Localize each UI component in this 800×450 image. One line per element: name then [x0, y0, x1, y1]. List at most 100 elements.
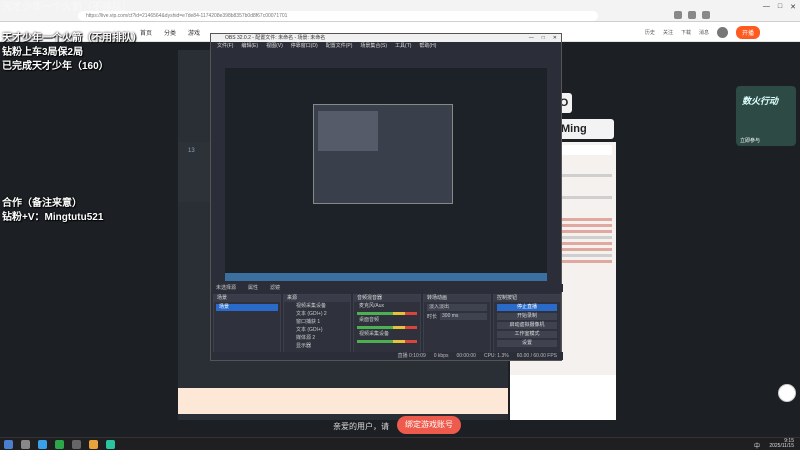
no-source-selected: 未选择源 — [216, 285, 237, 291]
input-language[interactable]: 中 — [754, 441, 760, 450]
obs-icon[interactable] — [72, 440, 81, 449]
start-virtual-camera-button[interactable]: 启动虚拟摄像机 — [497, 322, 557, 329]
overlay-text-line1: 天才少年一个火箭（不用排队） — [2, 33, 142, 44]
obs-preview[interactable] — [225, 68, 547, 281]
menu-docks[interactable]: 停靠窗口(D) — [291, 42, 318, 50]
nav-games[interactable]: 游戏 — [188, 28, 200, 37]
overlay-text-line4: 合作（备注来意） — [2, 198, 82, 209]
wechat-icon[interactable] — [55, 440, 64, 449]
properties-button[interactable]: 属性 — [248, 284, 258, 292]
obs-menu-bar: 文件(F) 编辑(E) 视图(V) 停靠窗口(D) 配置文件(P) 场景集合(S… — [211, 42, 561, 50]
bind-account-cta: 亲爱的用户，请 绑定游戏账号 — [300, 415, 490, 435]
record-time: 00:00:00 — [456, 353, 476, 359]
obs-status-bar: 直播 0:10:09 0 kbps 00:00:00 CPU: 1.3% 60.… — [211, 352, 563, 360]
profile-icon[interactable] — [688, 11, 696, 19]
source-item[interactable]: 视频采集设备 — [286, 303, 348, 310]
address-bar[interactable]: https://live.vip.com/ct?id=2146564&dyshi… — [78, 11, 598, 21]
source-item[interactable]: 文本 (GDI+) — [286, 327, 348, 334]
obs-docks: 场景 场景 来源 视频采集设备 文本 (GDI+) 2 窗口捕获 1 文本 (G… — [213, 294, 561, 354]
duration-input[interactable]: 300 ms — [440, 313, 487, 320]
audio-meter — [357, 326, 417, 329]
nav-follow[interactable]: 关注 — [663, 29, 673, 36]
nav-history[interactable]: 历史 — [645, 29, 655, 36]
obs-maximize-button[interactable]: □ — [542, 34, 545, 42]
extension-icon[interactable] — [674, 11, 682, 19]
transition-select[interactable]: 淡入淡出 — [427, 304, 487, 311]
avatar[interactable] — [716, 27, 728, 38]
source-item[interactable]: 媒体源 2 — [286, 335, 348, 342]
audio-channel-label: 桌面音频 — [359, 317, 380, 323]
nav-messages[interactable]: 消息 — [699, 29, 709, 36]
menu-file[interactable]: 文件(F) — [217, 42, 233, 50]
stop-streaming-button[interactable]: 停止直播 — [497, 304, 557, 311]
app-icon[interactable] — [106, 440, 115, 449]
minimize-button[interactable]: — — [763, 3, 770, 11]
menu-tools[interactable]: 工具(T) — [395, 42, 411, 50]
overlay-text-line3: 已完成天才少年（160） — [2, 61, 109, 72]
promo-banner[interactable]: 数火行动 立即参与 — [736, 86, 796, 146]
taskbar-clock[interactable]: 9:15 2025/11/15 — [769, 439, 794, 449]
obs-close-button[interactable]: ✕ — [553, 34, 557, 42]
overlay-ming-label: Ming — [556, 119, 614, 139]
obs-title-bar: OBS 32.0.2 - 配置文件: 未命名 - 场景: 未命名 — □ ✕ — [211, 34, 561, 42]
audio-mixer-title: 音频混音器 — [354, 295, 420, 302]
start-icon[interactable] — [4, 440, 13, 449]
bind-game-account-button[interactable]: 绑定游戏账号 — [397, 416, 461, 434]
window-controls: — □ ✕ — [763, 3, 796, 11]
maximize-button[interactable]: □ — [778, 3, 782, 11]
start-recording-button[interactable]: 开始录制 — [497, 313, 557, 320]
search-icon[interactable] — [21, 440, 30, 449]
overlay-text-line2: 钻粉上车3局保2局 — [2, 47, 84, 58]
settings-button[interactable]: 设置 — [497, 340, 557, 347]
sources-dock-title: 来源 — [284, 295, 350, 302]
overlay-text-line5: 钻粉+V：Mingtutu521 — [2, 212, 104, 223]
transitions-title: 转场动画 — [424, 295, 490, 302]
filters-button[interactable]: 滤镜 — [270, 284, 280, 292]
nav-category[interactable]: 分类 — [164, 28, 176, 37]
app-icon[interactable] — [89, 440, 98, 449]
open-live-button[interactable]: 开播 — [735, 26, 760, 39]
audio-channel-label: 视频采集设备 — [359, 331, 390, 337]
cpu-usage: CPU: 1.3% — [483, 353, 509, 359]
audio-meter — [357, 312, 417, 315]
menu-help[interactable]: 帮助(H) — [419, 42, 436, 50]
studio-mode-button[interactable]: 工作室模式 — [497, 331, 557, 338]
scene-item[interactable]: 场景 — [216, 304, 278, 311]
source-item[interactable]: 窗口捕获 1 — [286, 319, 348, 326]
nested-preview-inner — [318, 111, 378, 151]
menu-icon[interactable] — [702, 11, 710, 19]
overlay-text-faded: 天才少年一个火箭（不排队） — [2, 2, 132, 13]
controls-title: 控制按钮 — [494, 295, 560, 302]
transitions-dock: 转场动画 淡入淡出 时长 300 ms — [423, 294, 491, 354]
audio-meter — [357, 340, 417, 343]
nav-download[interactable]: 下载 — [681, 29, 691, 36]
controls-dock: 控制按钮 停止直播 开始录制 启动虚拟摄像机 工作室模式 设置 — [493, 294, 561, 354]
obs-source-toolbar: 未选择源 属性 滤镜 — [211, 284, 563, 292]
bitrate: 0 kbps — [433, 353, 449, 359]
obs-title: OBS 32.0.2 - 配置文件: 未命名 - 场景: 未命名 — [225, 35, 326, 41]
windows-taskbar: 中 9:15 2025/11/15 — [0, 437, 800, 450]
close-button[interactable]: ✕ — [790, 3, 796, 11]
menu-edit[interactable]: 编辑(E) — [241, 42, 258, 50]
nav-links: 首页 分类 游戏 — [140, 28, 200, 37]
browser-extension-icons — [674, 11, 710, 19]
edge-icon[interactable] — [38, 440, 47, 449]
obs-minimize-button[interactable]: — — [529, 34, 534, 42]
stream-time: 直播 0:10:09 — [397, 353, 426, 359]
source-item[interactable]: 文本 (GDI+) 2 — [286, 311, 348, 318]
source-item[interactable]: 显示器 — [286, 343, 348, 350]
cta-text: 亲爱的用户，请 — [333, 422, 389, 431]
menu-view[interactable]: 视图(V) — [266, 42, 283, 50]
floating-help-button[interactable] — [778, 384, 796, 402]
promo-subtitle: 立即参与 — [740, 138, 761, 144]
scenes-dock-title: 场景 — [214, 295, 280, 302]
nav-right: 历史 关注 下载 消息 开播 — [645, 26, 760, 39]
menu-scene-collection[interactable]: 场景集合(S) — [360, 42, 387, 50]
menu-profile[interactable]: 配置文件(P) — [326, 42, 353, 50]
audio-mixer-dock: 音频混音器 麦克风/Aux 桌面音频 视频采集设备 — [353, 294, 421, 354]
taskbar-icons — [4, 440, 115, 449]
chat-input-area[interactable] — [510, 375, 616, 420]
sources-dock: 来源 视频采集设备 文本 (GDI+) 2 窗口捕获 1 文本 (GDI+) 媒… — [283, 294, 351, 354]
preview-taskbar — [225, 273, 547, 281]
gift-bar[interactable] — [178, 388, 508, 414]
